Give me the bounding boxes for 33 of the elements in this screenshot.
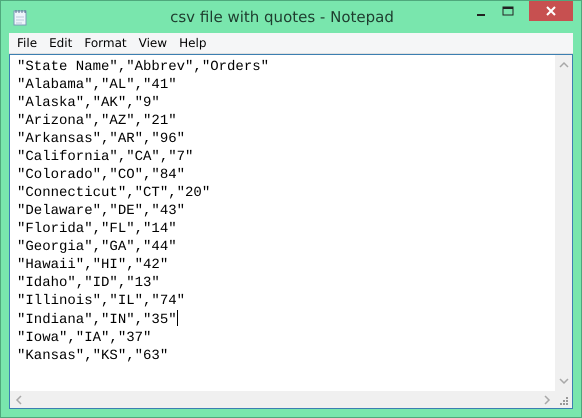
menu-item[interactable]: File — [11, 36, 44, 50]
close-icon — [545, 6, 557, 16]
text-line: "Alaska","AK","9" — [17, 94, 161, 112]
text-line: "Illinois","IL","74" — [17, 292, 186, 310]
text-line: "Kansas","KS","63" — [17, 347, 170, 365]
resize-grip-icon[interactable] — [559, 396, 569, 406]
text-line: "Hawaii","HI","42" — [17, 256, 170, 274]
text-line: "Indiana","IN","35" — [17, 310, 179, 329]
window-title: csv file with quotes - Notepad — [169, 8, 395, 26]
menu-item[interactable]: Help — [173, 36, 212, 50]
minimize-icon — [476, 14, 484, 16]
text-line: "Iowa","IA","37" — [17, 329, 152, 347]
scroll-up-icon[interactable] — [558, 61, 568, 68]
text-line: "Arkansas","AR","96" — [17, 130, 186, 148]
text-line: "State Name","Abbrev","Orders" — [17, 58, 270, 76]
menu-item[interactable]: View — [132, 36, 174, 50]
maximize-icon — [502, 6, 514, 16]
text-line: "California","CA","7" — [17, 148, 194, 166]
text-line: "Alabama","AL","41" — [17, 76, 178, 94]
scroll-right-icon[interactable] — [544, 394, 551, 404]
text-line: "Florida","FL","14" — [17, 220, 178, 238]
notepad-icon — [13, 8, 27, 26]
text-line: "Georgia","GA","44" — [17, 238, 178, 256]
scroll-left-icon[interactable] — [15, 394, 22, 404]
text-line: "Connecticut","CT","20" — [17, 184, 212, 202]
text-line: "Idaho","ID","13" — [17, 274, 161, 292]
text-line: "Arizona","AZ","21" — [17, 112, 178, 130]
scroll-down-icon[interactable] — [558, 378, 568, 385]
text-line: "Colorado","CO","84" — [17, 166, 186, 184]
menu-item[interactable]: Edit — [43, 36, 78, 50]
menu-item[interactable]: Format — [78, 36, 133, 50]
text-line: "Delaware","DE","43" — [17, 202, 186, 220]
close-button[interactable] — [529, 1, 573, 21]
